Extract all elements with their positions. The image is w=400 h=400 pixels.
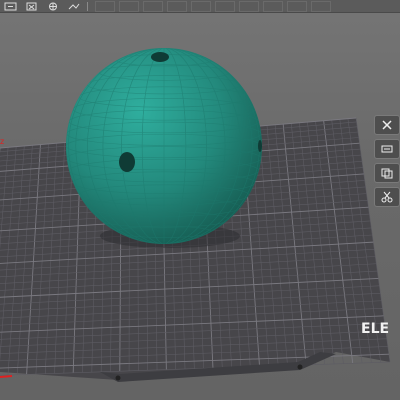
- model-hole: [151, 52, 169, 62]
- 3d-viewport[interactable]: ELE z: [0, 0, 400, 400]
- bed-logo-text: ELE: [361, 321, 389, 337]
- x-axis-marker: [0, 375, 13, 378]
- cut-icon[interactable]: [374, 187, 400, 207]
- scene-canvas[interactable]: ELE z: [0, 0, 400, 400]
- side-toolbar: [374, 115, 400, 207]
- bed-edge-label: z: [0, 137, 4, 146]
- bed-mount-hole: [115, 375, 121, 381]
- layers-icon[interactable]: [374, 139, 400, 159]
- sphere-model[interactable]: [66, 48, 262, 244]
- bed-mount-hole: [297, 364, 303, 370]
- copy-icon[interactable]: [374, 163, 400, 183]
- model-hole: [258, 140, 262, 152]
- close-icon[interactable]: [374, 115, 400, 135]
- model-hole: [119, 152, 135, 172]
